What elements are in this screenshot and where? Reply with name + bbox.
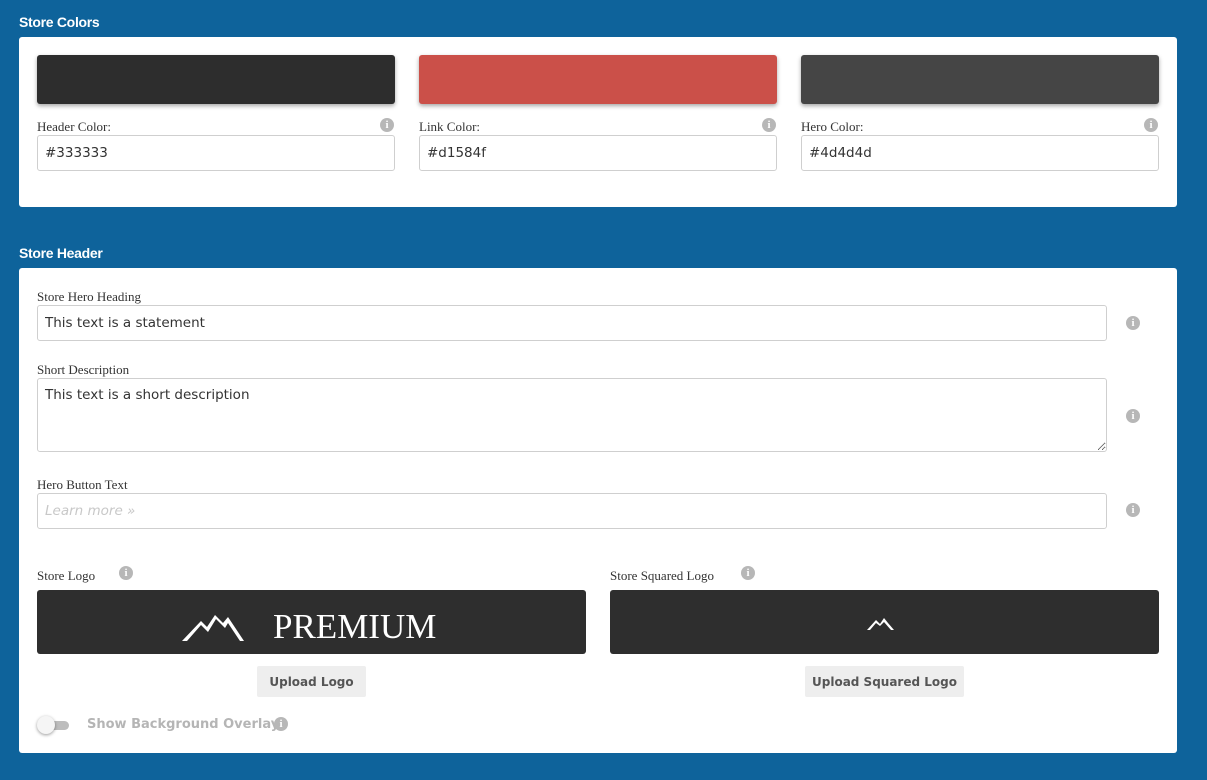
squared-logo bbox=[867, 618, 894, 630]
squared-logo-label: Store Squared Logo bbox=[610, 568, 714, 583]
premium-logo: PREMIUM bbox=[182, 607, 436, 646]
info-icon[interactable]: i bbox=[1126, 503, 1140, 517]
info-icon[interactable]: i bbox=[762, 118, 776, 132]
store-logo-label: Store Logo bbox=[37, 568, 96, 583]
squared-logo-preview bbox=[610, 590, 1159, 654]
short-description-label: Short Description bbox=[37, 362, 130, 377]
info-icon[interactable]: i bbox=[119, 566, 133, 580]
link-color-input[interactable] bbox=[419, 135, 777, 171]
upload-logo-button[interactable]: Upload Logo bbox=[257, 666, 366, 697]
info-icon[interactable]: i bbox=[274, 717, 288, 731]
info-icon[interactable]: i bbox=[741, 566, 755, 580]
hero-heading-label: Store Hero Heading bbox=[37, 289, 141, 304]
hero-button-text-input[interactable] bbox=[37, 493, 1107, 529]
store-header-title: Store Header bbox=[19, 245, 103, 261]
store-colors-title: Store Colors bbox=[19, 14, 100, 30]
store-header-card: Store Hero Heading i Short Description T… bbox=[19, 268, 1177, 753]
short-description-textarea[interactable]: This text is a short description bbox=[37, 378, 1107, 452]
store-colors-card: Header Color: i Link Color: i Hero Color… bbox=[19, 37, 1177, 207]
link-color-swatch[interactable] bbox=[419, 55, 777, 104]
toggle-knob bbox=[37, 716, 55, 734]
hero-button-text-label: Hero Button Text bbox=[37, 477, 128, 492]
header-color-input[interactable] bbox=[37, 135, 395, 171]
premium-logo-text: PREMIUM bbox=[273, 607, 436, 646]
hero-color-input[interactable] bbox=[801, 135, 1159, 171]
info-icon[interactable]: i bbox=[380, 118, 394, 132]
background-overlay-label: Show Background Overlay bbox=[87, 717, 280, 732]
mountain-icon bbox=[182, 615, 244, 641]
store-logo-preview: PREMIUM bbox=[37, 590, 586, 654]
info-icon[interactable]: i bbox=[1126, 409, 1140, 423]
header-color-swatch[interactable] bbox=[37, 55, 395, 104]
link-color-label: Link Color: bbox=[419, 119, 481, 134]
info-icon[interactable]: i bbox=[1126, 316, 1140, 330]
header-color-label: Header Color: bbox=[37, 119, 112, 134]
upload-squared-logo-button[interactable]: Upload Squared Logo bbox=[805, 666, 964, 697]
info-icon[interactable]: i bbox=[1144, 118, 1158, 132]
hero-color-label: Hero Color: bbox=[801, 119, 864, 134]
mountain-icon bbox=[867, 618, 894, 630]
hero-color-swatch[interactable] bbox=[801, 55, 1159, 104]
background-overlay-toggle[interactable] bbox=[37, 716, 69, 734]
hero-heading-input[interactable] bbox=[37, 305, 1107, 341]
